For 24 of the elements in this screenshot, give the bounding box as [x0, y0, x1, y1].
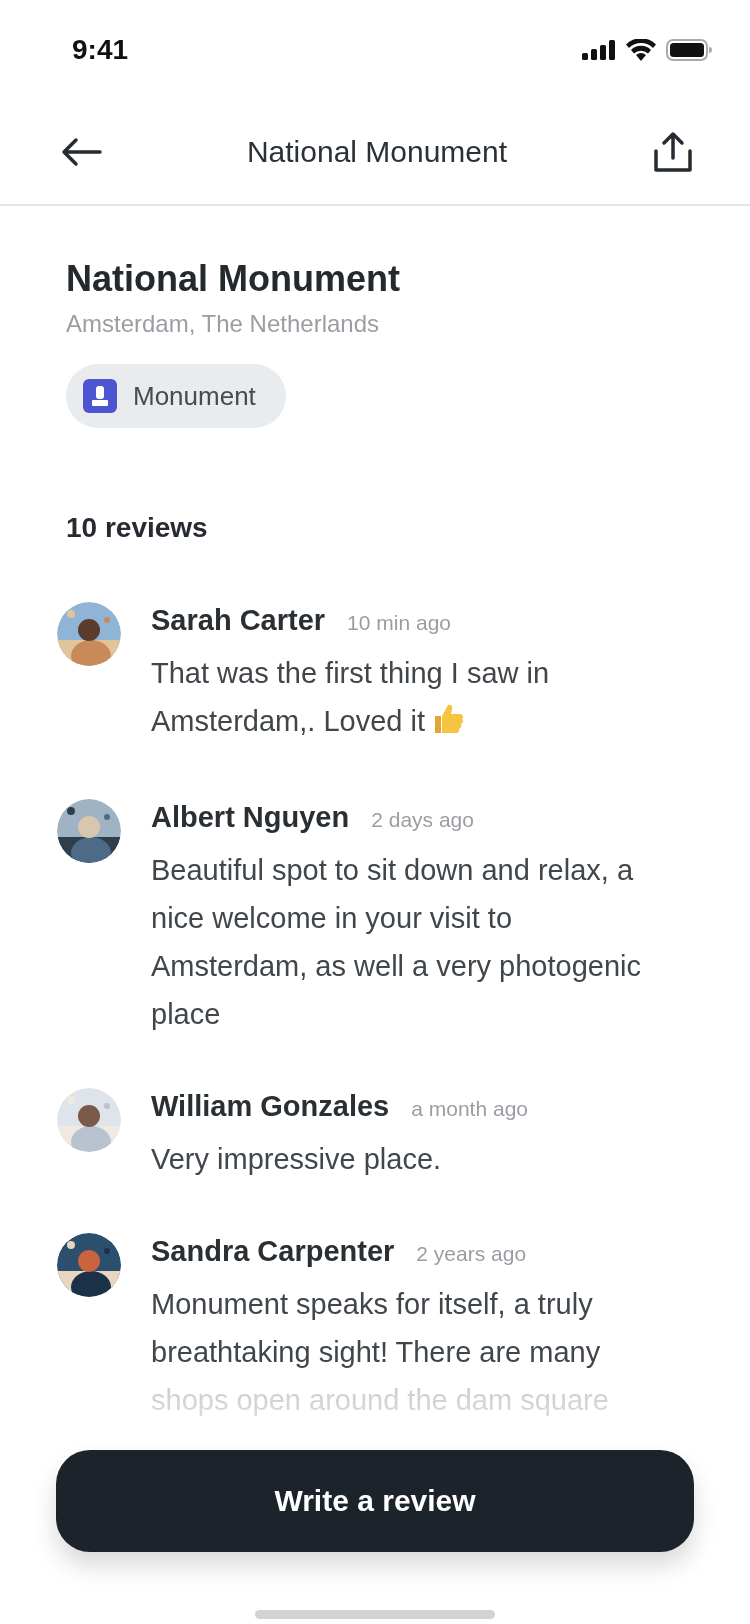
review-time: a month ago	[411, 1097, 528, 1121]
review-time: 10 min ago	[347, 611, 451, 635]
review-text: Beautiful spot to sit down and relax, a nice welcome in your visit to Amsterdam, as well a very photogenic place	[151, 853, 641, 1032]
battery-icon	[666, 39, 712, 61]
place-title: National Monument	[66, 258, 401, 300]
place-location: Amsterdam, The Netherlands	[66, 310, 381, 338]
statue-icon	[83, 379, 117, 413]
review-text: Very impressive place.	[151, 1142, 443, 1177]
reviewer-name: William Gonzales	[151, 1090, 390, 1123]
review-text: That was the first thing I saw in Amsterdam,. Loved it	[151, 656, 551, 739]
review-time: 2 days ago	[371, 808, 474, 832]
write-review-button[interactable]: Write a review	[56, 1450, 694, 1552]
status-time: 9:41	[72, 34, 129, 66]
wifi-icon	[626, 39, 656, 61]
review-count: 10 reviews	[66, 512, 209, 544]
reviewer-name: Albert Nguyen	[151, 801, 350, 834]
category-label: Monument	[133, 380, 256, 412]
reviewer-name: Sandra Carpenter	[151, 1235, 395, 1268]
signal-icon	[582, 40, 616, 60]
back-button[interactable]	[60, 137, 102, 167]
reviewer-name: Sarah Carter	[151, 604, 326, 637]
review-time: 2 years ago	[416, 1242, 527, 1266]
share-button[interactable]	[652, 131, 694, 173]
nav-title: National Monument	[246, 135, 508, 169]
